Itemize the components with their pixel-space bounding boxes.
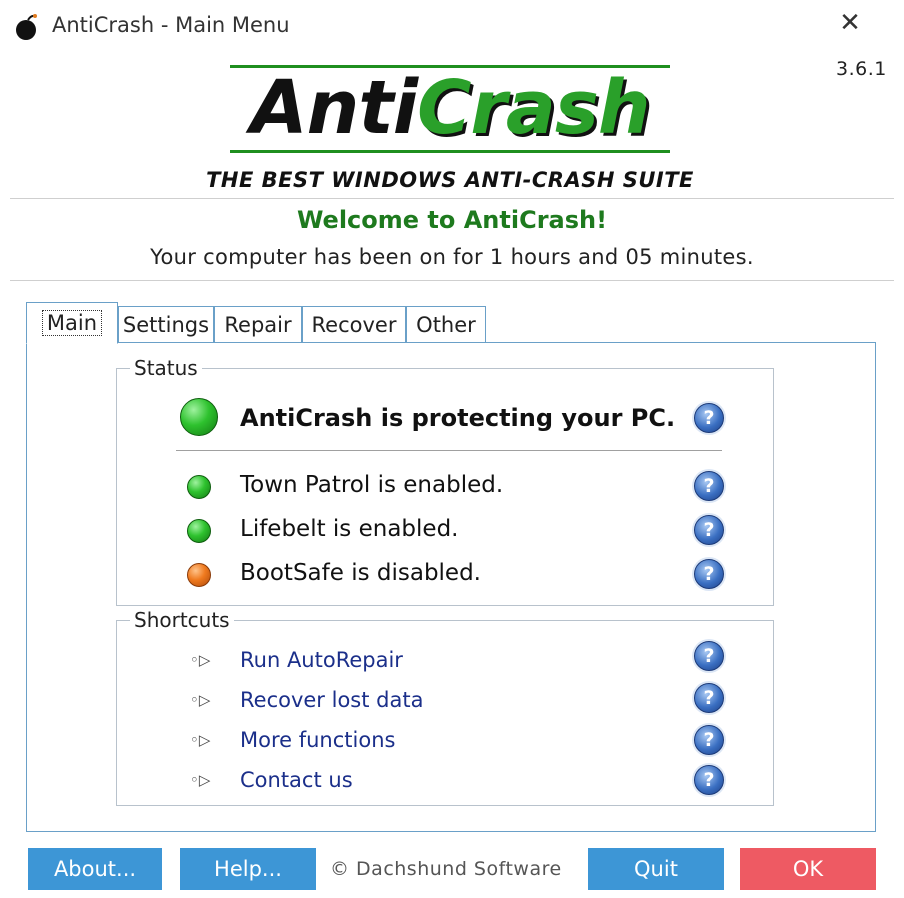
bomb-icon <box>12 12 40 42</box>
tab-other[interactable]: Other <box>406 306 486 342</box>
help-icon[interactable]: ? <box>694 683 724 713</box>
window-title: AntiCrash - Main Menu <box>52 13 290 37</box>
status-group-label: Status <box>130 356 202 380</box>
link-run-autorepair[interactable]: Run AutoRepair <box>240 648 403 672</box>
tab-recover[interactable]: Recover <box>302 306 406 342</box>
help-button[interactable]: Help... <box>180 848 316 890</box>
anticrash-logo: Anti Crash <box>230 62 670 154</box>
shortcuts-group <box>116 620 774 806</box>
link-recover-lost-data[interactable]: Recover lost data <box>240 688 423 712</box>
divider <box>10 198 894 199</box>
status-indicator-bootsafe <box>187 563 211 587</box>
status-indicator-main <box>180 398 218 436</box>
status-town-patrol: Town Patrol is enabled. <box>240 472 504 498</box>
close-icon: ✕ <box>839 8 861 38</box>
tagline: THE BEST WINDOWS ANTI-CRASH SUITE <box>206 168 694 192</box>
help-icon[interactable]: ? <box>694 725 724 755</box>
tab-settings[interactable]: Settings <box>118 306 214 342</box>
status-indicator-town-patrol <box>187 475 211 499</box>
status-divider <box>176 450 722 451</box>
uptime-text: Your computer has been on for 1 hours an… <box>150 245 754 269</box>
tab-repair[interactable]: Repair <box>214 306 302 342</box>
link-contact-us[interactable]: Contact us <box>240 768 353 792</box>
help-icon[interactable]: ? <box>694 765 724 795</box>
status-indicator-lifebelt <box>187 519 211 543</box>
arrow-bullet-icon: ◦▷ <box>190 691 211 709</box>
welcome-heading: Welcome to AntiCrash! <box>296 206 608 234</box>
arrow-bullet-icon: ◦▷ <box>190 651 211 669</box>
link-more-functions[interactable]: More functions <box>240 728 395 752</box>
help-icon[interactable]: ? <box>694 403 724 433</box>
divider <box>10 280 894 281</box>
about-button[interactable]: About... <box>28 848 162 890</box>
arrow-bullet-icon: ◦▷ <box>190 771 211 789</box>
main-status-text: AntiCrash is protecting your PC. <box>240 404 676 432</box>
help-icon[interactable]: ? <box>694 471 724 501</box>
shortcuts-group-label: Shortcuts <box>130 608 234 632</box>
status-lifebelt: Lifebelt is enabled. <box>240 516 459 542</box>
tab-main-label: Main <box>41 310 103 336</box>
help-icon[interactable]: ? <box>694 515 724 545</box>
status-bootsafe: BootSafe is disabled. <box>240 560 481 586</box>
help-icon[interactable]: ? <box>694 559 724 589</box>
quit-button[interactable]: Quit <box>588 848 724 890</box>
logo-anti: Anti <box>250 65 418 151</box>
copyright-text: © Dachshund Software <box>330 858 562 880</box>
logo-crash: Crash <box>417 65 650 151</box>
arrow-bullet-icon: ◦▷ <box>190 731 211 749</box>
version-label: 3.6.1 <box>836 58 887 80</box>
help-icon[interactable]: ? <box>694 641 724 671</box>
ok-button[interactable]: OK <box>740 848 876 890</box>
tab-main[interactable]: Main <box>26 302 118 344</box>
close-button[interactable]: ✕ <box>832 6 868 40</box>
